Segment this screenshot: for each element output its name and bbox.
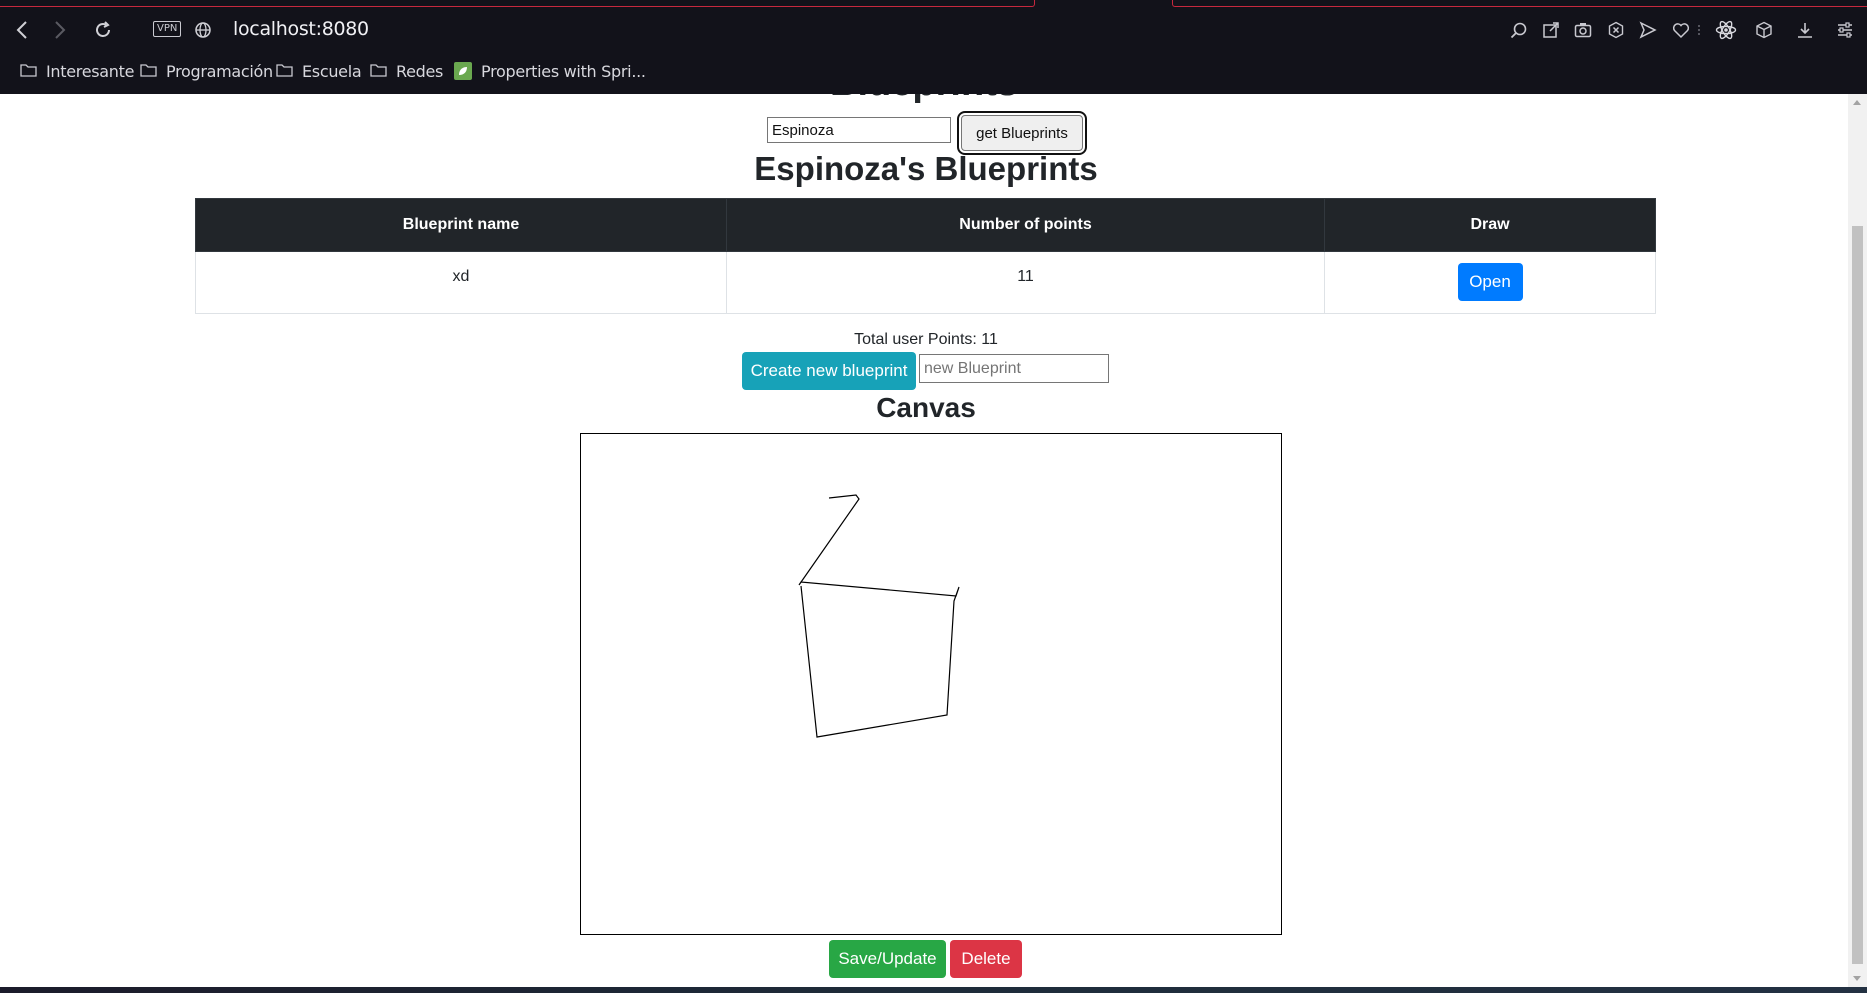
download-icon[interactable] <box>1794 19 1816 41</box>
tab-indicator-left <box>0 0 1035 7</box>
toolbar-separator <box>1697 24 1701 36</box>
drawing-canvas[interactable] <box>580 433 1282 935</box>
bookmark-label: Programación <box>166 61 273 81</box>
blueprints-table: Blueprint name Number of points Draw xd … <box>195 198 1656 314</box>
canvas-title: Canvas <box>876 392 976 423</box>
forward-arrow-icon[interactable] <box>50 20 70 40</box>
bookmark-redes[interactable]: Redes <box>370 60 443 82</box>
reload-icon[interactable] <box>92 19 114 41</box>
blueprint-points-cell: 11 <box>726 251 1325 314</box>
blueprint-draw-cell: Open <box>1324 251 1656 314</box>
blueprint-name-cell: xd <box>195 251 727 314</box>
create-blueprint-button[interactable]: Create new blueprint <box>742 352 916 390</box>
canvas-drawing <box>798 494 960 738</box>
table-row: xd 11 Open <box>195 251 1656 314</box>
address-bar[interactable]: localhost:8080 <box>233 18 369 40</box>
react-icon[interactable] <box>1714 18 1738 42</box>
blueprint-polyline <box>798 494 960 738</box>
cube-icon[interactable] <box>1753 19 1775 41</box>
page-content: Blueprints get Blueprints Espinoza's Blu… <box>0 94 1848 987</box>
column-header-points: Number of points <box>726 198 1325 252</box>
folder-icon <box>370 62 387 81</box>
taskbar-edge <box>0 987 1867 993</box>
bookmark-label: Redes <box>396 61 444 81</box>
back-arrow-icon[interactable] <box>12 20 32 40</box>
settings-sliders-icon[interactable] <box>1834 19 1856 41</box>
heart-icon[interactable] <box>1670 19 1692 41</box>
page-title: Blueprints <box>0 94 1848 105</box>
save-update-button[interactable]: Save/Update <box>829 940 946 978</box>
page-scrollbar[interactable] <box>1848 94 1867 987</box>
column-header-name: Blueprint name <box>195 198 727 252</box>
total-user-points: Total user Points: 11 <box>854 331 998 348</box>
bookmark-label: Interesante <box>46 61 135 81</box>
camera-icon[interactable] <box>1572 19 1594 41</box>
scroll-down-arrow[interactable] <box>1853 976 1861 981</box>
vpn-badge[interactable]: VPN <box>153 21 182 37</box>
send-icon[interactable] <box>1637 19 1659 41</box>
column-header-draw: Draw <box>1324 198 1656 252</box>
new-blueprint-input[interactable] <box>919 354 1109 383</box>
bookmark-interesante[interactable]: Interesante <box>20 60 134 82</box>
table-header-row: Blueprint name Number of points Draw <box>195 198 1656 252</box>
open-blueprint-button[interactable]: Open <box>1457 263 1523 301</box>
delete-button[interactable]: Delete <box>950 940 1022 978</box>
share-icon[interactable] <box>1540 19 1562 41</box>
bookmark-properties-spring[interactable]: Properties with Spri... <box>454 60 646 82</box>
folder-icon <box>20 62 37 81</box>
bookmark-escuela[interactable]: Escuela <box>276 60 362 82</box>
folder-icon <box>140 62 157 81</box>
get-blueprints-button[interactable]: get Blueprints <box>961 115 1083 151</box>
author-input[interactable] <box>767 117 951 143</box>
folder-icon <box>276 62 293 81</box>
author-blueprints-title: Espinoza's Blueprints <box>754 150 1098 187</box>
browser-chrome: VPN localhost:8080 Interesante Programac… <box>0 0 1867 94</box>
bookmark-label: Escuela <box>302 61 362 81</box>
bookmark-programacion[interactable]: Programación <box>140 60 273 82</box>
globe-icon[interactable] <box>193 20 213 40</box>
scroll-up-arrow[interactable] <box>1853 100 1861 105</box>
spring-leaf-icon <box>454 62 472 80</box>
tab-indicator-right <box>1172 0 1867 7</box>
close-circle-icon[interactable] <box>1605 19 1627 41</box>
search-icon[interactable] <box>1508 19 1530 41</box>
bookmark-label: Properties with Spri... <box>481 61 646 81</box>
scrollbar-thumb[interactable] <box>1852 226 1863 964</box>
